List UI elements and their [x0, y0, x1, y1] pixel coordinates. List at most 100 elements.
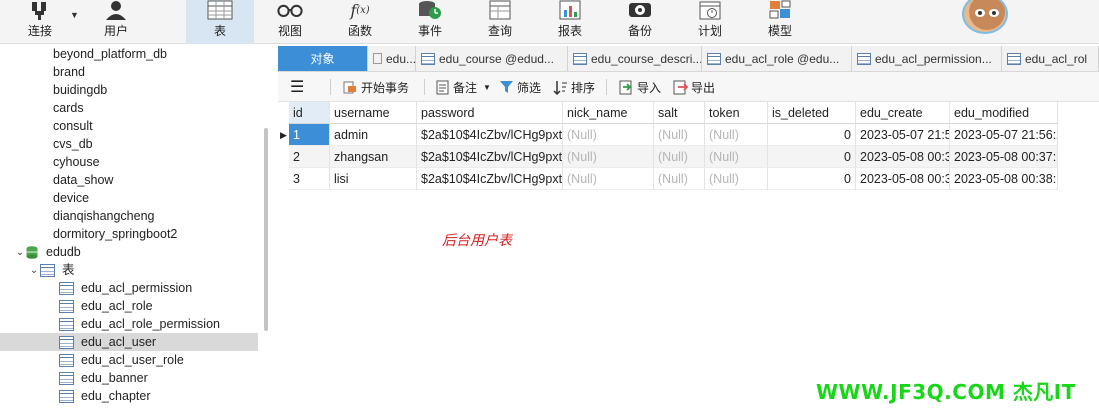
tab-table[interactable]: edu_acl_role @edu...	[702, 46, 852, 71]
table-cell[interactable]: 0	[768, 124, 856, 146]
user-button[interactable]: 用户	[96, 0, 136, 44]
tab-table[interactable]: edu_course_descri...	[568, 46, 702, 71]
tab-table[interactable]: edu...	[368, 46, 416, 71]
table-cell[interactable]: 2023-05-08 00:38:1	[950, 168, 1058, 190]
schedule-button[interactable]: 计划	[690, 0, 730, 44]
table-cell[interactable]: 2	[289, 146, 330, 168]
table-cell[interactable]: $2a$10$4IcZbv/lCHg9pxt	[417, 146, 563, 168]
tree-item-label: cvs_db	[53, 137, 93, 151]
schedule-label: 计划	[697, 24, 722, 38]
table-cell[interactable]: 3	[289, 168, 330, 190]
tree-item[interactable]: consult	[0, 117, 258, 135]
tree-item[interactable]: beyond_platform_db	[0, 45, 258, 63]
table-cell[interactable]: admin	[330, 124, 417, 146]
table-cell[interactable]: (Null)	[705, 146, 768, 168]
avatar[interactable]	[962, 0, 1008, 34]
import-icon	[618, 79, 634, 95]
tab-table[interactable]: edu_acl_rol	[1002, 46, 1099, 71]
table-row[interactable]: 3 lisi $2a$10$4IcZbv/lCHg9pxt (Null) (Null)(…	[278, 168, 1058, 190]
menu-button[interactable]: ☰	[290, 72, 304, 102]
table-cell[interactable]: (Null)	[563, 146, 654, 168]
table-cell[interactable]: $2a$10$4IcZbv/lCHg9pxt	[417, 124, 563, 146]
view-button[interactable]: 视图	[270, 0, 310, 44]
tree-item[interactable]: device	[0, 189, 258, 207]
tree-item[interactable]: edu_acl_permission	[0, 279, 258, 297]
function-button[interactable]: f (x) 函数	[340, 0, 380, 44]
tree-item[interactable]: buidingdb	[0, 81, 258, 99]
tree-item[interactable]: ⌄ edudb	[0, 243, 258, 261]
tab-objects[interactable]: 对象	[278, 46, 368, 71]
query-button[interactable]: 查询	[480, 0, 520, 44]
note-button[interactable]: 备注 ▼	[434, 72, 491, 102]
column-header[interactable]: salt	[654, 102, 705, 124]
begin-transaction-button[interactable]: 开始事务	[342, 72, 409, 102]
tree-item[interactable]: cards	[0, 99, 258, 117]
table-cell[interactable]: zhangsan	[330, 146, 417, 168]
tree-item[interactable]: cyhouse	[0, 153, 258, 171]
table-cell[interactable]: 2023-05-08 00:3	[856, 146, 950, 168]
table-cell[interactable]: (Null)	[705, 124, 768, 146]
table-cell[interactable]: 2023-05-07 21:5	[856, 124, 950, 146]
column-header[interactable]: id	[289, 102, 330, 124]
chevron-down-icon[interactable]: ⌄	[28, 265, 40, 276]
event-button[interactable]: 事件	[410, 0, 450, 44]
connection-button[interactable]: 连接	[20, 0, 60, 44]
column-header[interactable]: username	[330, 102, 417, 124]
table-cell[interactable]: 2023-05-07 21:56:2	[950, 124, 1058, 146]
tree-item[interactable]: dianqishangcheng	[0, 207, 258, 225]
tree-item[interactable]: edu_acl_role	[0, 297, 258, 315]
tree-item[interactable]: cvs_db	[0, 135, 258, 153]
sort-icon	[552, 79, 568, 95]
report-icon	[557, 0, 583, 20]
table-button[interactable]: 表	[186, 0, 254, 44]
table-cell[interactable]: 2023-05-08 00:37:1	[950, 146, 1058, 168]
tab-table[interactable]: edu_acl_permission...	[852, 46, 1002, 71]
tree-item[interactable]: edu_acl_role_permission	[0, 315, 258, 333]
report-button[interactable]: 报表	[550, 0, 590, 44]
backup-button[interactable]: 备份	[620, 0, 660, 44]
filter-button[interactable]: 筛选	[498, 72, 541, 102]
tree-scrollbar[interactable]	[264, 128, 268, 331]
sort-button[interactable]: 排序	[552, 72, 595, 102]
table-cell[interactable]: (Null)	[654, 168, 705, 190]
table-icon	[40, 263, 55, 277]
model-button[interactable]: 模型	[760, 0, 800, 44]
table-cell[interactable]: 1	[289, 124, 330, 146]
table-cell[interactable]: 2023-05-08 00:3	[856, 168, 950, 190]
tree-item-label: edu_chapter	[81, 389, 151, 403]
view-label: 视图	[277, 24, 302, 38]
import-button[interactable]: 导入	[618, 72, 661, 102]
column-header[interactable]: edu_modified	[950, 102, 1058, 124]
column-header[interactable]: nick_name	[563, 102, 654, 124]
column-header[interactable]: password	[417, 102, 563, 124]
table-cell[interactable]: $2a$10$4IcZbv/lCHg9pxt	[417, 168, 563, 190]
table-cell[interactable]: 0	[768, 146, 856, 168]
export-button[interactable]: 导出	[672, 72, 715, 102]
tree-item[interactable]: edu_acl_user	[0, 333, 258, 351]
toolbar-divider	[424, 79, 425, 95]
chevron-down-icon[interactable]: ⌄	[14, 247, 26, 258]
connection-dropdown-icon[interactable]: ▼	[70, 10, 79, 20]
column-header[interactable]: edu_create	[856, 102, 950, 124]
table-cell[interactable]: (Null)	[563, 168, 654, 190]
tree-item[interactable]: ⌄ 表	[0, 261, 258, 279]
table-cell[interactable]: lisi	[330, 168, 417, 190]
column-header[interactable]: token	[705, 102, 768, 124]
tab-table[interactable]: edu_course @edud...	[416, 46, 568, 71]
tab-label: edu_course @edud...	[439, 51, 554, 66]
tree-item[interactable]: edu_banner	[0, 369, 258, 387]
table-cell[interactable]: 0	[768, 168, 856, 190]
tree-item[interactable]: brand	[0, 63, 258, 81]
table-cell[interactable]: (Null)	[705, 168, 768, 190]
table-cell[interactable]: (Null)	[654, 124, 705, 146]
tree-item[interactable]: edu_chapter	[0, 387, 258, 405]
tree-item[interactable]: dormitory_springboot2	[0, 225, 258, 243]
table-cell[interactable]: (Null)	[563, 124, 654, 146]
table-row[interactable]: ▶ 1 admin $2a$10$4IcZbv/lCHg9pxt (Null) (Null…	[278, 124, 1058, 146]
data-grid[interactable]: id username password nick_name salt token is_d…	[278, 102, 1099, 410]
tree-item[interactable]: edu_acl_user_role	[0, 351, 258, 369]
tree-item[interactable]: data_show	[0, 171, 258, 189]
table-cell[interactable]: (Null)	[654, 146, 705, 168]
table-row[interactable]: 2 zhangsan $2a$10$4IcZbv/lCHg9pxt (Null) (Nu…	[278, 146, 1058, 168]
column-header[interactable]: is_deleted	[768, 102, 856, 124]
